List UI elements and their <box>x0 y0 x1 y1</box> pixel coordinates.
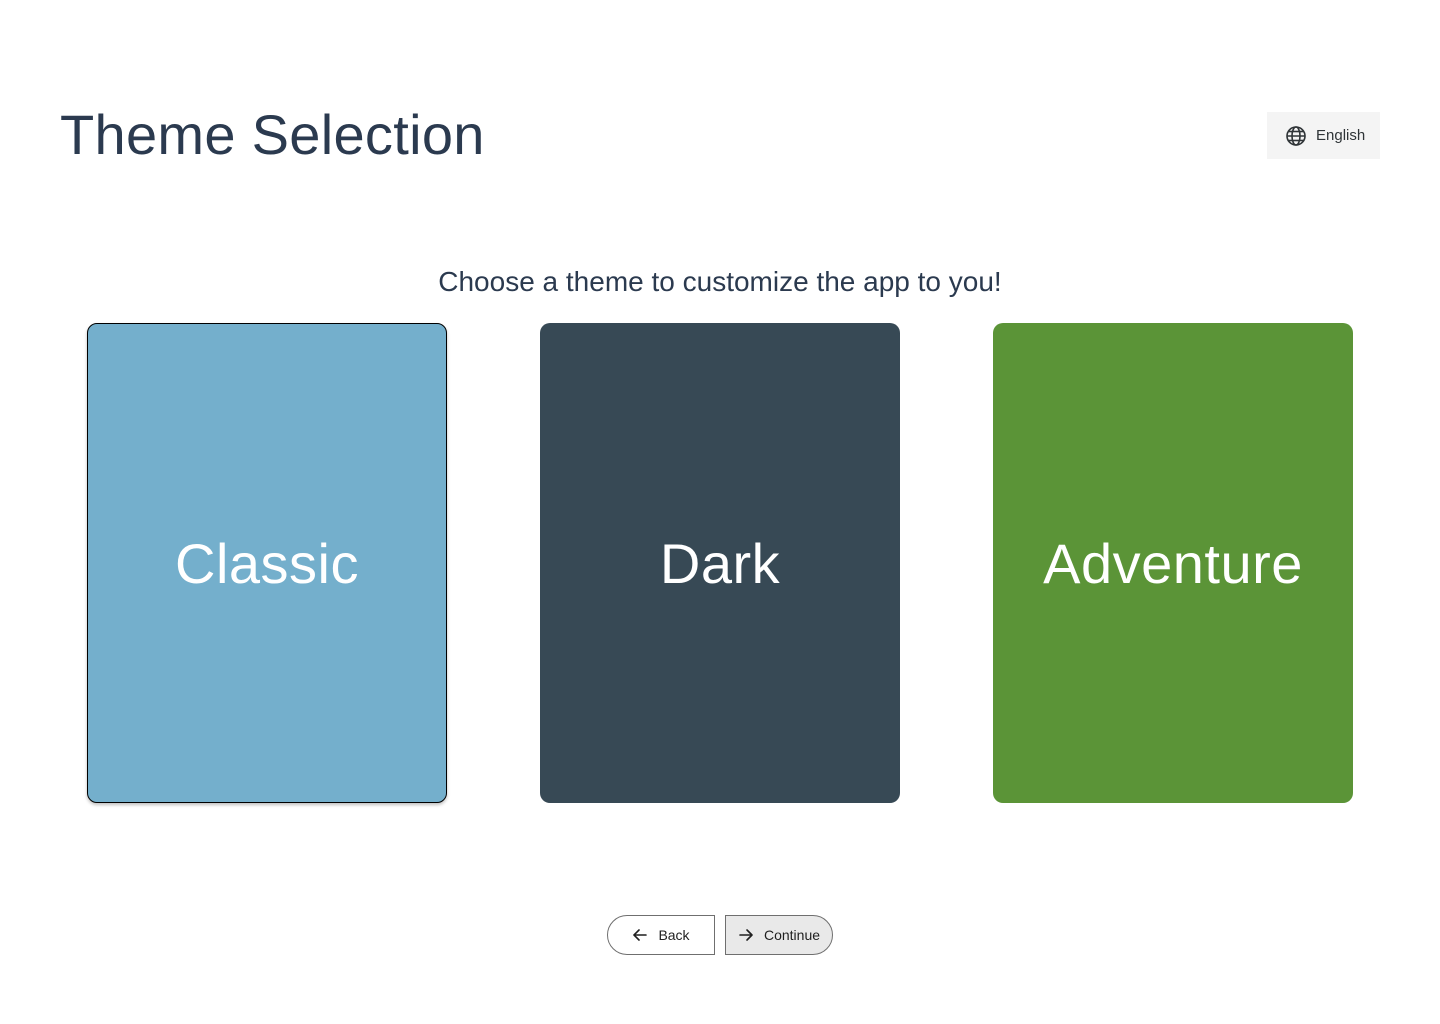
back-button-label: Back <box>658 927 690 943</box>
theme-card-label: Adventure <box>1043 531 1303 595</box>
theme-card-label: Classic <box>175 531 359 595</box>
globe-icon <box>1285 125 1307 147</box>
arrow-right-icon <box>738 927 754 943</box>
language-button[interactable]: English <box>1267 112 1380 159</box>
continue-button-label: Continue <box>763 927 821 943</box>
theme-card-label: Dark <box>659 531 781 595</box>
arrow-left-icon <box>632 927 648 943</box>
language-label: English <box>1316 127 1366 144</box>
theme-card-adventure[interactable]: Adventure <box>993 323 1353 803</box>
theme-card-classic[interactable]: Classic <box>87 323 447 803</box>
page-subtitle: Choose a theme to customize the app to y… <box>438 266 1002 297</box>
theme-card-dark[interactable]: Dark <box>540 323 900 803</box>
continue-button[interactable]: Continue <box>725 915 833 955</box>
back-button[interactable]: Back <box>607 915 715 955</box>
page-title: Theme Selection <box>60 103 485 166</box>
